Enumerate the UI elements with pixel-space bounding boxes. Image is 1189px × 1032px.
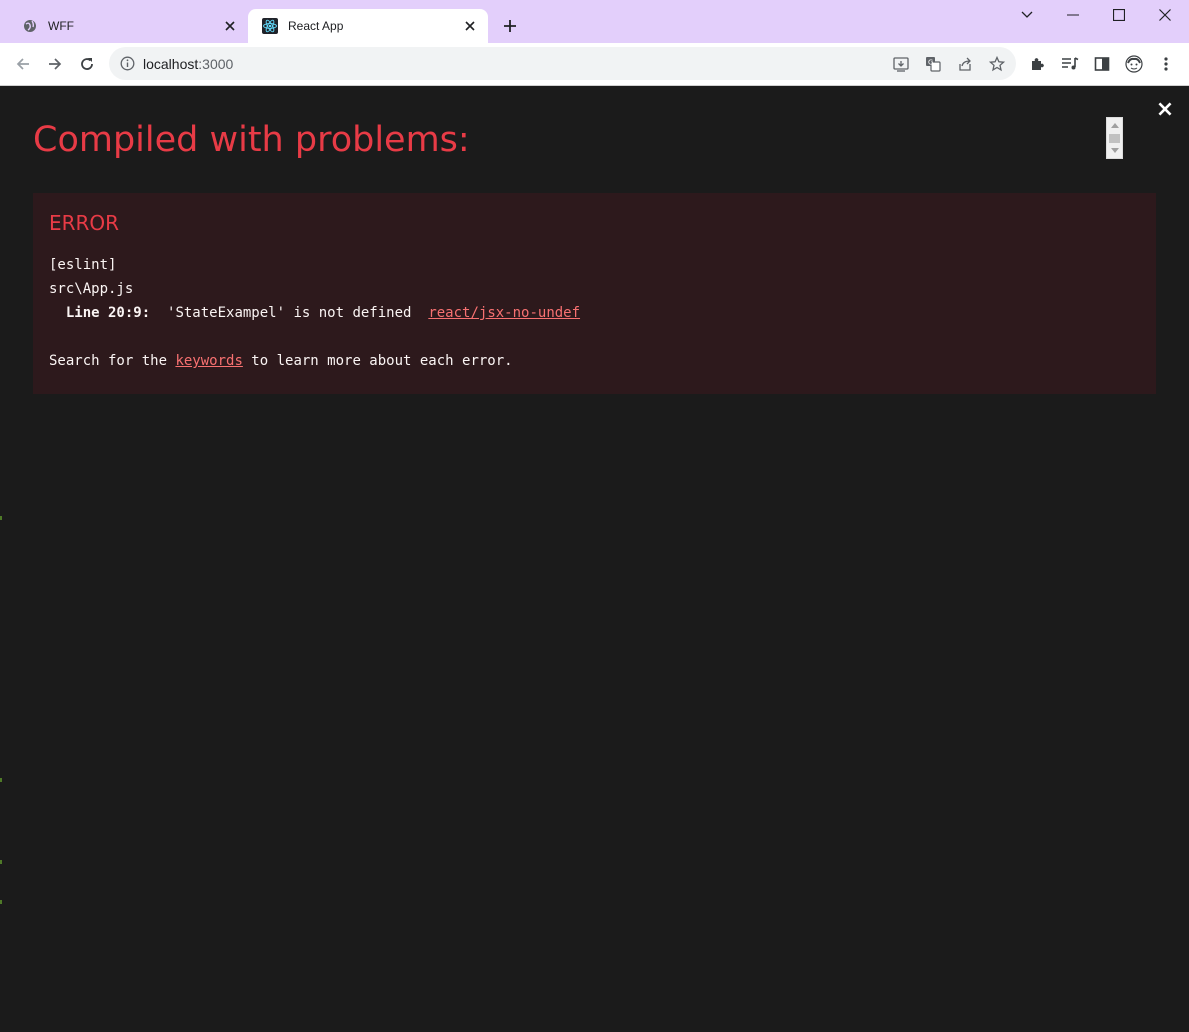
error-message-box: ERROR [eslint] src\App.js Line 20:9: 'St… xyxy=(33,193,1156,394)
overlay-scrollbar[interactable] xyxy=(1106,117,1123,159)
maximize-button[interactable] xyxy=(1107,4,1131,26)
svg-text:G: G xyxy=(928,59,933,67)
scroll-up-arrow-icon[interactable] xyxy=(1111,123,1119,128)
bookmark-star-icon[interactable] xyxy=(988,55,1006,73)
tab-search-chevron-down-icon[interactable] xyxy=(1015,4,1039,26)
forward-button[interactable] xyxy=(44,53,66,75)
new-tab-button[interactable] xyxy=(500,16,520,36)
url-host: localhost xyxy=(143,56,199,72)
edge-mark xyxy=(0,778,2,782)
minimize-button[interactable] xyxy=(1061,4,1085,26)
eslint-rule-link[interactable]: react/jsx-no-undef xyxy=(428,305,580,321)
profile-avatar[interactable] xyxy=(1124,54,1144,74)
hint-text-before: Search for the xyxy=(49,353,176,369)
tab-title: WFF xyxy=(48,19,74,33)
scroll-down-arrow-icon[interactable] xyxy=(1111,148,1119,153)
react-icon xyxy=(262,18,278,34)
window-close-button[interactable] xyxy=(1153,4,1177,26)
translate-icon[interactable]: G xyxy=(924,55,942,73)
error-label: ERROR xyxy=(49,211,120,235)
info-icon[interactable] xyxy=(120,56,135,71)
tab-title: React App xyxy=(288,19,344,33)
tab-wff[interactable]: WFF xyxy=(8,9,248,43)
globe-icon xyxy=(22,18,38,34)
error-source: [eslint] xyxy=(49,257,117,273)
install-app-icon[interactable] xyxy=(892,55,910,73)
edge-mark xyxy=(0,900,2,904)
more-menu-icon[interactable] xyxy=(1156,54,1176,74)
tab-close-icon[interactable] xyxy=(462,18,478,34)
url-port: :3000 xyxy=(198,56,234,72)
tab-strip: WFF React App xyxy=(0,0,1189,43)
error-details: [eslint] src\App.js Line 20:9: 'StateExa… xyxy=(49,253,1140,373)
media-queue-icon[interactable] xyxy=(1060,54,1080,74)
side-panel-icon[interactable] xyxy=(1092,54,1112,74)
error-file: src\App.js xyxy=(49,281,134,297)
share-icon[interactable] xyxy=(956,55,974,73)
address-url: localhost:3000 xyxy=(143,56,233,72)
back-button[interactable] xyxy=(12,53,34,75)
keywords-link[interactable]: keywords xyxy=(175,353,242,369)
error-overlay: × Compiled with problems: ERROR [eslint]… xyxy=(1,86,1188,1031)
overlay-title: Compiled with problems: xyxy=(33,120,470,160)
tab-react-app[interactable]: React App xyxy=(248,9,488,43)
scroll-thumb[interactable] xyxy=(1109,134,1120,143)
extensions-puzzle-icon[interactable] xyxy=(1028,54,1048,74)
error-message: 'StateExampel' is not defined xyxy=(167,305,412,321)
edge-mark xyxy=(0,860,2,864)
error-line-number: Line 20:9: xyxy=(65,305,151,321)
overlay-close-button[interactable]: × xyxy=(1155,99,1175,121)
browser-toolbar: localhost:3000 G xyxy=(0,43,1189,86)
reload-button[interactable] xyxy=(76,53,98,75)
address-bar[interactable]: localhost:3000 G xyxy=(109,47,1016,80)
edge-mark xyxy=(0,516,2,520)
hint-text-after: to learn more about each error. xyxy=(242,353,513,369)
tab-close-icon[interactable] xyxy=(222,18,238,34)
